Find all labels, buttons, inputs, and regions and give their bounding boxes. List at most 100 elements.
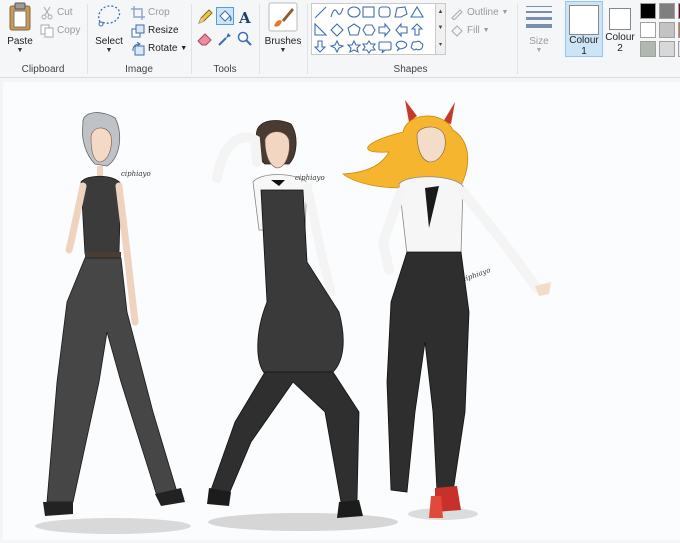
color-picker-button[interactable] [216,30,234,48]
scroll-down-icon[interactable]: ▼ [436,20,445,36]
diamond-shape[interactable] [330,23,344,37]
floor-shadow [208,513,398,531]
fill-style-button[interactable]: Fill ▼ [450,22,490,39]
shapes-grid [313,5,424,54]
crop-button[interactable]: Crop [131,4,170,21]
colour1-swatch [569,5,599,35]
clipboard-group-label: Clipboard [21,64,65,75]
chevron-down-icon: ▼ [105,47,113,54]
outline-icon [450,6,464,21]
polygon-shape[interactable] [394,6,408,18]
colour2-swatch [609,8,631,30]
brush-icon [268,2,298,32]
magnifier-button[interactable] [236,30,254,48]
lasso-select-icon [98,5,121,27]
floor-shadow [35,518,191,534]
right-triangle-shape[interactable] [314,22,328,36]
eraser-button[interactable] [196,30,214,48]
rounded-rectangle-shape[interactable] [378,6,391,18]
canvas-area: ciphiayo ciphiayo ciphiayo [0,79,680,540]
image-group-label: Image [125,64,153,75]
select-button[interactable]: Select ▼ [92,2,126,54]
outline-button[interactable]: Outline ▼ [450,4,508,21]
eyedropper-icon [218,33,231,46]
palette-colour[interactable] [659,3,675,19]
select-label: Select [95,36,123,47]
oval-shape[interactable] [347,6,361,18]
palette-colour[interactable] [640,3,656,19]
hexagon-shape[interactable] [362,24,376,36]
four-point-star-shape[interactable] [329,39,345,54]
palette-colour[interactable] [659,22,675,38]
palette-colour[interactable] [640,41,656,57]
line-shape[interactable] [314,6,327,19]
down-arrow-shape[interactable] [313,40,327,53]
chevron-down-icon: ▼ [482,27,490,34]
colour1-button[interactable]: Colour 1 [565,1,603,57]
drawing-canvas[interactable]: ciphiayo ciphiayo ciphiayo [3,82,680,540]
palette-colour[interactable] [659,41,675,57]
figure-blonde-horns [341,100,551,518]
scissors-icon [40,6,54,20]
cut-button[interactable]: Cut [40,4,73,21]
paste-icon [9,2,31,31]
resize-button[interactable]: Resize [131,22,179,39]
rounded-callout-shape[interactable] [378,41,392,54]
oval-callout-shape[interactable] [395,40,408,52]
shapes-group-label: Shapes [393,64,428,75]
rotate-icon [131,41,145,56]
tools-group-label: Tools [213,64,237,75]
artist-signature: ciphiayo [461,266,492,284]
colour2-number: 2 [617,43,623,54]
colour1-label: Colour [569,35,599,46]
resize-icon [131,24,145,38]
paste-button[interactable]: Paste ▼ [4,2,36,54]
size-button[interactable]: Size ▼ [521,2,557,54]
left-arrow-shape[interactable] [395,22,408,38]
text-button[interactable]: A [236,8,254,27]
pencil-button[interactable] [196,8,214,26]
chevron-down-icon: ▼ [501,9,509,16]
figure-silver-hair [43,112,185,516]
five-point-star-shape[interactable] [346,39,362,54]
six-point-star-shape[interactable] [361,40,377,54]
fill-bucket-icon [450,24,464,38]
chevron-down-icon: ▼ [279,47,287,54]
eraser-icon [197,33,212,46]
text-icon: A [238,9,251,27]
rectangle-shape[interactable] [362,6,375,18]
artwork: ciphiayo ciphiayo ciphiayo [35,100,551,534]
pentagon-shape[interactable] [347,23,361,36]
artist-signature: ciphiayo [121,170,151,178]
crop-icon [131,5,145,20]
magnifier-icon [237,31,252,46]
resize-label: Resize [148,25,179,36]
chevron-down-icon: ▼ [535,47,543,54]
rotate-label: Rotate [148,43,178,54]
curve-shape[interactable] [330,7,344,18]
copy-label: Copy [57,25,81,36]
divider [259,4,260,74]
up-arrow-shape[interactable] [410,23,424,36]
rotate-button[interactable]: Rotate ▼ [131,40,187,57]
palette-colour[interactable] [640,22,656,38]
scroll-up-icon[interactable]: ▲ [436,4,445,20]
fill-label: Fill [467,25,480,36]
pencil-icon [198,9,213,24]
chevron-down-icon: ▼ [16,47,24,54]
ribbon: Paste ▼ Cut Copy Clipboard Select ▼ Crop… [0,0,680,78]
copy-icon [40,24,54,38]
brushes-button[interactable]: Brushes ▼ [262,2,304,54]
fill-button[interactable] [216,7,234,25]
cloud-callout-shape[interactable] [410,40,424,51]
image-group: Select ▼ Crop Resize Rotate ▼ Image [88,0,190,78]
line-size-icon [526,6,552,28]
colour2-button[interactable]: Colour 2 [603,1,637,57]
shapes-scrollbar[interactable]: ▲ ▼ ▾ [436,3,446,55]
right-arrow-shape[interactable] [378,22,391,38]
expand-gallery-icon[interactable]: ▾ [436,36,445,54]
triangle-shape[interactable] [410,5,424,18]
copy-button[interactable]: Copy [40,22,80,39]
fill-icon [219,10,232,22]
paste-label: Paste [7,36,33,47]
